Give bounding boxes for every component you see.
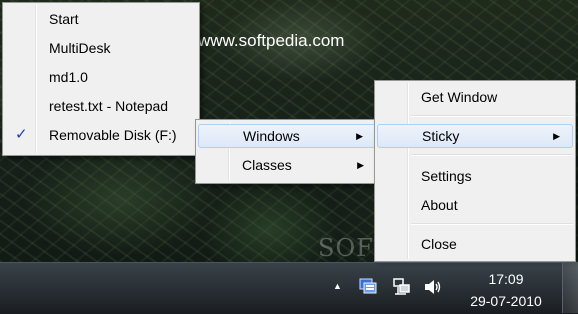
menu-item-label: retest.txt - Notepad	[49, 98, 169, 114]
menu-item-label: md1.0	[49, 69, 88, 85]
menu-item-removable-disk[interactable]: ✓ Removable Disk (F:)	[5, 123, 197, 147]
menu-item-label: Windows	[243, 128, 300, 144]
volume-icon[interactable]	[423, 278, 443, 299]
menu-item-label: Close	[421, 236, 457, 252]
menu-item-label: MultiDesk	[49, 40, 111, 56]
menu-item-label: Classes	[242, 157, 292, 173]
menu-item-label: Sticky	[422, 128, 460, 144]
menu-item-about[interactable]: About	[377, 193, 573, 217]
taskbar-clock[interactable]: 17:09 29-07-2010	[462, 268, 550, 312]
menu-item-multidesk[interactable]: MultiDesk	[5, 36, 197, 60]
windows-list-menu: Start MultiDesk md1.0 retest.txt - Notep…	[2, 2, 200, 156]
menu-item-close[interactable]: Close	[377, 232, 573, 256]
menu-separator	[411, 223, 573, 225]
windows-classes-menu: Windows ▶ Classes ▶	[195, 119, 379, 184]
checkmark-icon: ✓	[15, 126, 28, 143]
menu-item-md1[interactable]: md1.0	[5, 65, 197, 89]
submenu-arrow-icon: ▶	[357, 160, 364, 170]
menu-item-settings[interactable]: Settings	[377, 164, 573, 188]
show-hidden-icons-button[interactable]: ▲	[333, 281, 342, 291]
network-icon[interactable]	[392, 277, 412, 300]
clock-time: 17:09	[488, 271, 524, 287]
clock-date: 29-07-2010	[470, 293, 542, 309]
menu-item-label: About	[421, 197, 458, 213]
show-desktop-button[interactable]	[562, 263, 578, 313]
menu-item-label: Removable Disk (F:)	[49, 127, 177, 143]
menu-item-label: Get Window	[421, 89, 498, 105]
menu-item-sticky[interactable]: Sticky ▶	[377, 124, 573, 148]
watermark-url: www.softpedia.com	[198, 31, 345, 50]
menu-item-start[interactable]: Start	[5, 7, 197, 31]
submenu-arrow-icon: ▶	[356, 131, 363, 141]
menu-item-notepad[interactable]: retest.txt - Notepad	[5, 94, 197, 118]
menu-item-label: Start	[49, 11, 79, 27]
submenu-arrow-icon: ▶	[553, 131, 560, 141]
menu-separator	[411, 115, 573, 117]
menu-item-windows[interactable]: Windows ▶	[198, 124, 376, 148]
app-tray-icon[interactable]	[358, 276, 378, 299]
menu-item-label: Settings	[421, 168, 472, 184]
menu-item-classes[interactable]: Classes ▶	[198, 153, 376, 177]
tray-context-menu: Get Window Sticky ▶ Settings About Close	[374, 80, 576, 262]
menu-item-get-window[interactable]: Get Window	[377, 85, 573, 109]
menu-separator	[411, 154, 573, 156]
